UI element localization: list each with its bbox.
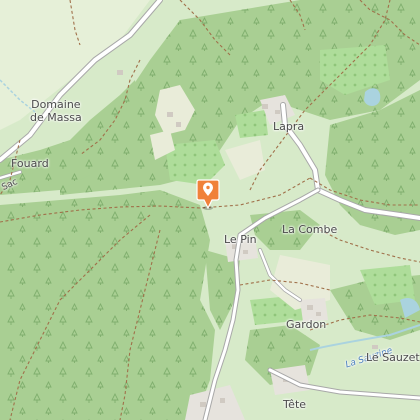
place-label-tete: Tête bbox=[283, 398, 307, 411]
map-canvas[interactable]: Domaine de Massa Fouard Sac Lapra La Com… bbox=[0, 0, 420, 420]
place-label-domaine-de-massa: Domaine de Massa bbox=[30, 98, 82, 124]
place-label-le-pin: Le Pin bbox=[224, 233, 257, 246]
place-label-gardon: Gardon bbox=[286, 318, 327, 331]
place-label-le-sauzet: Le Sauzet bbox=[366, 351, 420, 364]
pond bbox=[364, 88, 381, 106]
place-label-fouard: Fouard bbox=[11, 157, 49, 170]
place-label-lapra: Lapra bbox=[273, 120, 305, 133]
place-label-la-combe: La Combe bbox=[282, 223, 338, 236]
